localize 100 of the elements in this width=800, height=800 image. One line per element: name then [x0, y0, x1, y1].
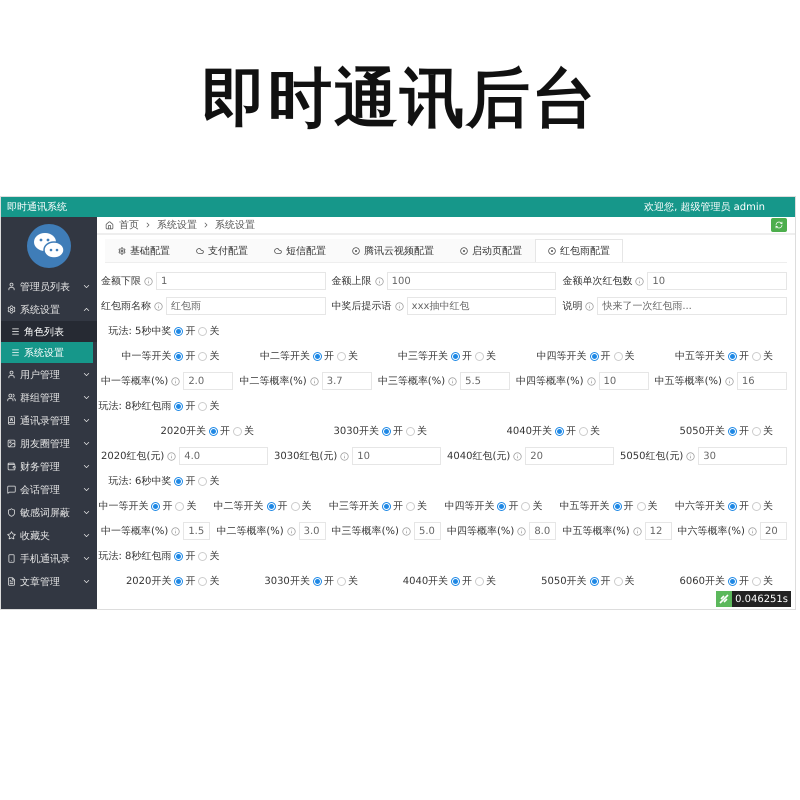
radio-option[interactable]: 开	[382, 499, 403, 513]
radio-option[interactable]: 开	[174, 474, 196, 488]
input-field[interactable]: 10	[598, 372, 649, 390]
chevron-right-icon	[202, 221, 210, 229]
input-field[interactable]: 20	[525, 447, 614, 465]
sidebar-item[interactable]: 用户管理	[1, 363, 97, 386]
radio-option[interactable]: 关	[336, 349, 358, 363]
radio-option[interactable]: 关	[614, 349, 635, 363]
field-label: 中一等概率(%)	[101, 524, 168, 538]
radio-option[interactable]: 关	[198, 399, 220, 413]
input-field[interactable]: 12	[644, 522, 672, 540]
tab[interactable]: 红包雨配置	[535, 239, 623, 262]
radio-option[interactable]: 关	[752, 349, 773, 363]
breadcrumb-link[interactable]: 系统设置	[157, 218, 197, 232]
option-label: 2020开关	[160, 424, 206, 438]
sidebar-item[interactable]: 财务管理	[1, 455, 97, 478]
radio-option[interactable]: 开	[174, 324, 196, 338]
sidebar-item[interactable]: 手机通讯录	[1, 547, 97, 570]
radio-option[interactable]: 开	[174, 574, 196, 588]
radio-option[interactable]: 关	[198, 349, 220, 363]
radio-option[interactable]: 开	[590, 349, 611, 363]
input-field[interactable]: 1	[156, 272, 326, 290]
sidebar-item[interactable]: 敏感词屏蔽	[1, 501, 97, 524]
radio-option[interactable]: 开	[382, 424, 403, 438]
input-field[interactable]: 20	[760, 522, 787, 540]
tab[interactable]: 基础配置	[105, 239, 183, 262]
radio-option[interactable]: 开	[555, 424, 576, 438]
radio-option[interactable]: 关	[290, 499, 312, 513]
radio-option[interactable]: 开	[728, 574, 749, 588]
radio-option[interactable]: 开	[497, 499, 518, 513]
sidebar-item[interactable]: 收藏夹	[1, 524, 97, 547]
option-label: 5050开关	[680, 424, 725, 438]
radio-option[interactable]: 开	[151, 499, 172, 513]
refresh-button[interactable]	[771, 218, 787, 232]
radio-option[interactable]: 关	[752, 499, 773, 513]
input-field[interactable]: 100	[386, 272, 556, 290]
sidebar-subitem[interactable]: 角色列表	[1, 321, 97, 342]
input-field[interactable]: 5.0	[414, 522, 441, 540]
sidebar-item[interactable]: 群组管理	[1, 386, 97, 409]
radio-option[interactable]: 开	[728, 499, 749, 513]
radio-option[interactable]: 关	[752, 424, 773, 438]
radio-option[interactable]: 关	[406, 424, 427, 438]
input-field[interactable]: 5.5	[460, 372, 510, 390]
radio-option[interactable]: 关	[614, 574, 635, 588]
sidebar-item[interactable]: 管理员列表	[1, 275, 97, 298]
input-field[interactable]: 10	[647, 272, 787, 290]
radio-option[interactable]: 开	[451, 574, 472, 588]
input-field[interactable]: 1.5	[183, 522, 210, 540]
sidebar-item[interactable]: 文章管理	[1, 570, 97, 593]
radio-option[interactable]: 关	[233, 424, 254, 438]
input-field[interactable]: 30	[698, 447, 787, 465]
breadcrumb-link[interactable]: 首页	[119, 218, 139, 232]
radio-option[interactable]: 关	[198, 324, 220, 338]
radio-option[interactable]: 关	[475, 349, 496, 363]
sidebar-item[interactable]: 朋友圈管理	[1, 432, 97, 455]
radio-option[interactable]: 关	[336, 574, 358, 588]
radio-option[interactable]: 开	[312, 574, 334, 588]
radio-option[interactable]: 开	[451, 349, 472, 363]
radio-option[interactable]: 关	[752, 574, 773, 588]
radio-option[interactable]: 开	[174, 399, 196, 413]
sidebar-item[interactable]: 系统设置	[1, 298, 97, 321]
input-field[interactable]: 10	[352, 447, 441, 465]
input-field[interactable]: 3.7	[322, 372, 372, 390]
tab[interactable]: 短信配置	[261, 239, 339, 262]
input-field[interactable]: 4.0	[179, 447, 268, 465]
radio-option[interactable]: 关	[521, 499, 542, 513]
radio-option[interactable]: 关	[175, 499, 196, 513]
list-icon	[11, 327, 20, 336]
radio-option[interactable]: 开	[728, 424, 749, 438]
input-field[interactable]: 3.0	[298, 522, 326, 540]
sidebar-subitem[interactable]: 系统设置	[1, 342, 93, 363]
radio-option[interactable]: 关	[579, 424, 600, 438]
input-field[interactable]: 红包雨	[166, 297, 326, 315]
radio-option[interactable]: 开	[209, 424, 230, 438]
radio-option[interactable]: 关	[406, 499, 427, 513]
option-label: 中二等开关	[260, 350, 310, 363]
radio-option[interactable]: 关	[198, 474, 220, 488]
sidebar-item[interactable]: 会话管理	[1, 478, 97, 501]
radio-option[interactable]: 开	[728, 349, 749, 363]
radio-option[interactable]: 关	[198, 549, 220, 563]
tab[interactable]: 腾讯云视频配置	[339, 239, 447, 262]
input-field[interactable]: 16	[736, 372, 787, 390]
breadcrumb-link[interactable]: 系统设置	[215, 218, 255, 232]
radio-option[interactable]: 开	[174, 349, 196, 363]
input-field[interactable]: xxx抽中红包	[406, 297, 556, 315]
radio-option[interactable]: 开	[612, 499, 634, 513]
radio-option[interactable]: 关	[475, 574, 496, 588]
radio-option[interactable]: 开	[174, 549, 196, 563]
field-label: 中四等概率(%)	[447, 524, 514, 538]
input-field[interactable]: 快来了一次红包雨...	[597, 297, 787, 315]
radio-option[interactable]: 开	[590, 574, 611, 588]
tab[interactable]: 支付配置	[183, 239, 261, 262]
input-field[interactable]: 2.0	[183, 372, 234, 390]
radio-option[interactable]: 开	[312, 349, 334, 363]
radio-option[interactable]: 开	[266, 499, 288, 513]
tab[interactable]: 启动页配置	[447, 239, 535, 262]
radio-option[interactable]: 关	[636, 499, 658, 513]
input-field[interactable]: 8.0	[529, 522, 556, 540]
radio-option[interactable]: 关	[198, 574, 220, 588]
sidebar-item[interactable]: 通讯录管理	[1, 409, 97, 432]
